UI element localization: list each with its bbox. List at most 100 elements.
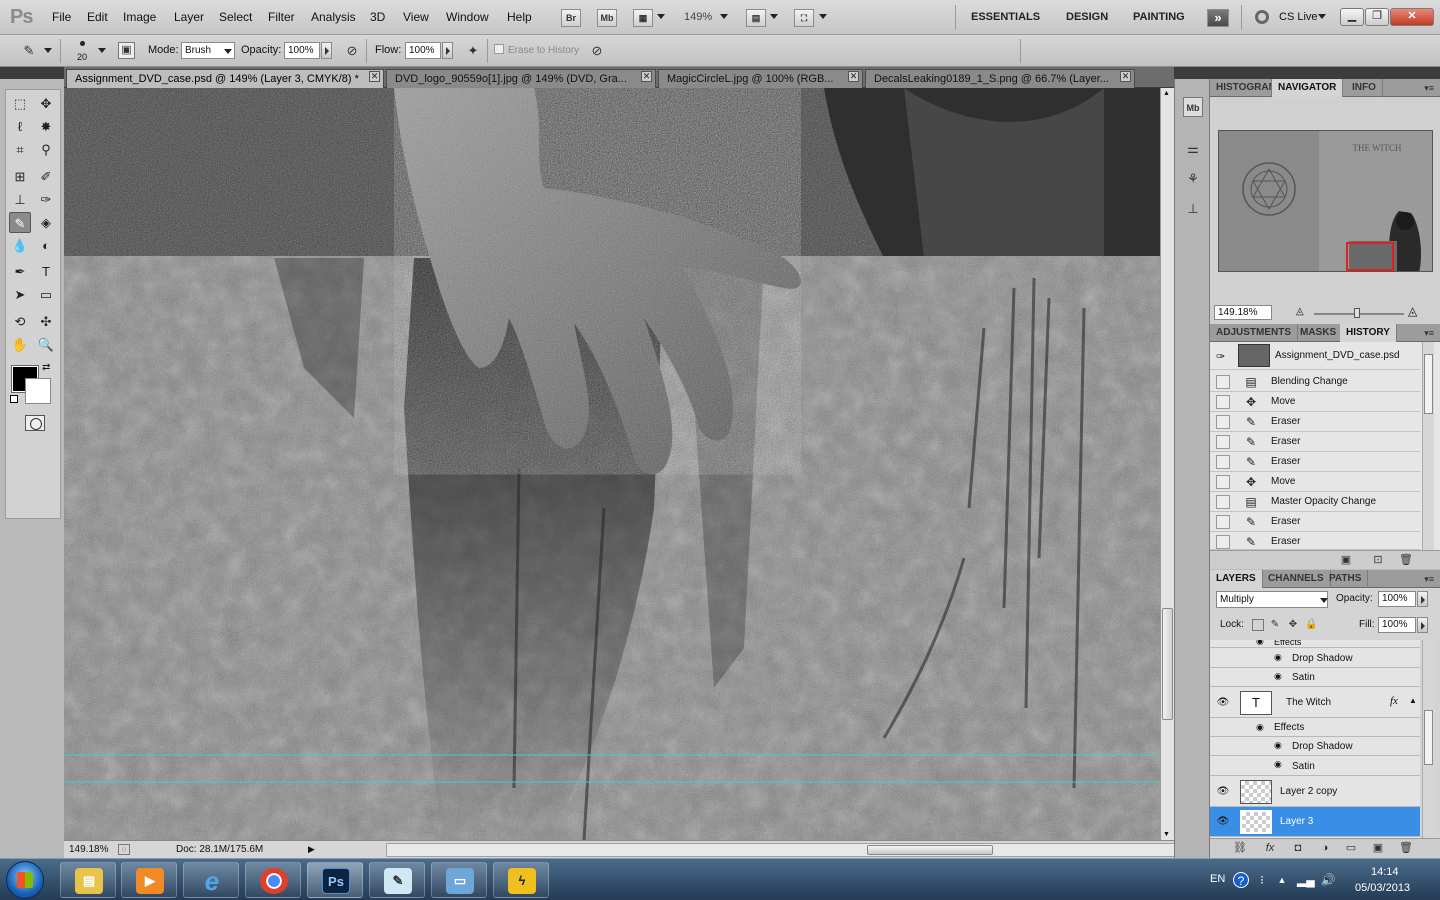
layer-visibility-eye-icon[interactable]: 👁 — [1216, 785, 1230, 799]
layer-row-layer-2-copy[interactable]: 👁 Layer 2 copy — [1210, 777, 1420, 807]
mini-bridge-panel-icon[interactable]: Mb — [1183, 97, 1203, 117]
history-item[interactable]: ✥ Move — [1210, 392, 1420, 412]
screen-mode-dropdown-icon[interactable] — [819, 14, 827, 19]
launch-minibridge-button[interactable]: Mb — [597, 9, 617, 27]
layer-opacity-input[interactable]: 100% — [1378, 591, 1416, 607]
view-extras-dropdown-icon[interactable] — [657, 14, 665, 19]
menu-image[interactable]: Image — [123, 10, 156, 24]
tablet-pressure-opacity-icon[interactable]: ⊘ — [343, 42, 361, 60]
expand-effects-icon[interactable]: ▲ — [1409, 696, 1417, 705]
help-icon[interactable]: ? — [1233, 872, 1249, 888]
erase-to-history-checkbox[interactable] — [494, 44, 504, 54]
taskbar-chrome[interactable] — [245, 862, 301, 898]
effect-eye-icon[interactable]: ◉ — [1274, 671, 1282, 682]
tab-close-icon[interactable]: ✕ — [1120, 71, 1131, 82]
blend-mode-dropdown-icon[interactable] — [1320, 598, 1328, 603]
tab-info[interactable]: INFO — [1346, 79, 1383, 97]
move-tool-icon[interactable]: ✥ — [35, 93, 57, 114]
taskbar-notes[interactable]: ✎ — [369, 862, 425, 898]
link-layers-icon[interactable]: ⛓ — [1232, 841, 1248, 855]
menu-analysis[interactable]: Analysis — [311, 10, 356, 24]
history-item[interactable]: ✎ Eraser — [1210, 512, 1420, 532]
history-source-checkbox[interactable] — [1216, 475, 1230, 489]
effect-eye-icon[interactable]: ◉ — [1274, 759, 1282, 770]
tab-close-icon[interactable]: ✕ — [848, 71, 859, 82]
layer-row-text[interactable]: 👁 T The Witch fx ▲ — [1210, 688, 1420, 718]
history-source-checkbox[interactable] — [1216, 375, 1230, 389]
history-item[interactable]: ✥ Move — [1210, 472, 1420, 492]
tab-adjustments[interactable]: ADJUSTMENTS — [1210, 324, 1299, 342]
effect-eye-icon[interactable]: ◉ — [1274, 740, 1282, 751]
history-scroll-thumb[interactable] — [1424, 354, 1433, 414]
tab-paths[interactable]: PATHS — [1323, 570, 1369, 588]
fill-input[interactable]: 100% — [1378, 617, 1416, 633]
crop-tool-icon[interactable]: ⌗ — [9, 139, 31, 160]
clock-date[interactable]: 05/03/2013 — [1355, 882, 1410, 894]
menu-window[interactable]: Window — [446, 10, 489, 24]
workspace-essentials[interactable]: ESSENTIALS — [971, 11, 1040, 23]
cs-live-icon[interactable] — [1255, 10, 1269, 24]
taskbar-explorer[interactable]: ▤ — [60, 862, 116, 898]
close-window-button[interactable]: ✕ — [1390, 8, 1434, 26]
lock-image-pixels-icon[interactable]: ✎ — [1269, 619, 1281, 631]
tab-assignment-dvd-case[interactable]: Assignment_DVD_case.psd @ 149% (Layer 3,… — [66, 69, 384, 88]
panel-dock-header[interactable] — [1174, 67, 1440, 79]
layer-opacity-slider-button[interactable] — [1417, 591, 1428, 607]
3d-rotate-tool-icon[interactable]: ⟲ — [9, 311, 31, 332]
zoom-out-icon[interactable]: ◬ — [1296, 306, 1304, 317]
layer-effect-row[interactable]: ◉ Satin — [1210, 668, 1420, 687]
quick-mask-mode-icon[interactable] — [25, 415, 45, 431]
marquee-tool-icon[interactable]: ⬚ — [9, 93, 31, 114]
brush-tip-preview-icon[interactable] — [80, 41, 85, 46]
taskbar-bolt-app[interactable]: ϟ — [493, 862, 549, 898]
menu-layer[interactable]: Layer — [174, 10, 204, 24]
tab-histogram[interactable]: HISTOGRAM — [1210, 79, 1272, 97]
new-layer-icon[interactable]: ▣ — [1370, 841, 1386, 855]
history-item[interactable]: ✎ Eraser — [1210, 452, 1420, 472]
type-tool-icon[interactable]: T — [35, 261, 57, 282]
input-language[interactable]: EN — [1210, 873, 1225, 885]
new-group-icon[interactable]: ▭ — [1343, 841, 1359, 855]
status-zoom-field[interactable]: 149.18% — [69, 843, 119, 857]
cs-live-menu[interactable]: CS Live — [1279, 11, 1318, 23]
clone-stamp-tool-icon[interactable]: ⊥ — [9, 189, 31, 210]
lasso-tool-icon[interactable]: ℓ — [9, 116, 31, 137]
blend-mode-select[interactable]: Multiply — [1216, 591, 1328, 608]
status-info-icon[interactable]: ◌ — [118, 844, 130, 855]
start-button[interactable] — [6, 861, 44, 899]
tab-channels[interactable]: CHANNELS — [1262, 570, 1331, 588]
layer-effects-row[interactable]: ◉ Effects — [1210, 719, 1420, 737]
scroll-down-icon[interactable]: ▼ — [1163, 831, 1170, 838]
clock-time[interactable]: 14:14 — [1371, 866, 1399, 878]
history-source-checkbox[interactable] — [1216, 455, 1230, 469]
taskbar-media-player[interactable]: ▶ — [121, 862, 177, 898]
volume-icon[interactable]: 🔊 — [1320, 872, 1336, 888]
opacity-slider-button[interactable] — [321, 42, 332, 59]
flow-input[interactable]: 100% — [405, 42, 441, 59]
tool-presets-panel-icon[interactable]: ⚌ — [1183, 139, 1203, 159]
healing-brush-tool-icon[interactable]: ⊞ — [9, 166, 31, 187]
zoom-dropdown-icon[interactable] — [720, 14, 728, 19]
tablet-pressure-size-icon[interactable]: ⊘ — [588, 42, 606, 60]
brush-picker-dropdown-icon[interactable] — [98, 48, 106, 53]
scroll-up-icon[interactable]: ▲ — [1163, 90, 1170, 97]
menu-3d[interactable]: 3D — [370, 10, 385, 24]
launch-bridge-button[interactable]: Br — [561, 9, 581, 27]
history-item[interactable]: ✎ Eraser — [1210, 412, 1420, 432]
new-adjustment-layer-icon[interactable]: ◑ — [1317, 841, 1333, 855]
taskbar-window-switcher[interactable]: ▭ — [431, 862, 487, 898]
tab-magic-circle[interactable]: MagicCircleL.jpg @ 100% (RGB... — [658, 69, 863, 88]
tab-masks[interactable]: MASKS — [1294, 324, 1344, 342]
history-snapshot-row[interactable]: ✑ Assignment_DVD_case.psd — [1210, 342, 1420, 370]
menu-edit[interactable]: Edit — [87, 10, 108, 24]
menu-file[interactable]: File — [52, 10, 71, 24]
rectangle-tool-icon[interactable]: ▭ — [35, 284, 57, 305]
workspace-painting[interactable]: PAINTING — [1133, 11, 1185, 23]
menu-view[interactable]: View — [403, 10, 429, 24]
layer-visibility-eye-icon[interactable]: 👁 — [1216, 815, 1230, 829]
panel-menu-icon[interactable]: ▾≡ — [1424, 574, 1434, 585]
layer-effect-row[interactable]: ◉ Drop Shadow — [1210, 737, 1420, 756]
panel-menu-icon[interactable]: ▾≡ — [1424, 83, 1434, 94]
navigator-zoom-input[interactable]: 149.18% — [1214, 305, 1272, 320]
paint-bucket-tool-icon[interactable]: ◈ — [35, 212, 57, 233]
